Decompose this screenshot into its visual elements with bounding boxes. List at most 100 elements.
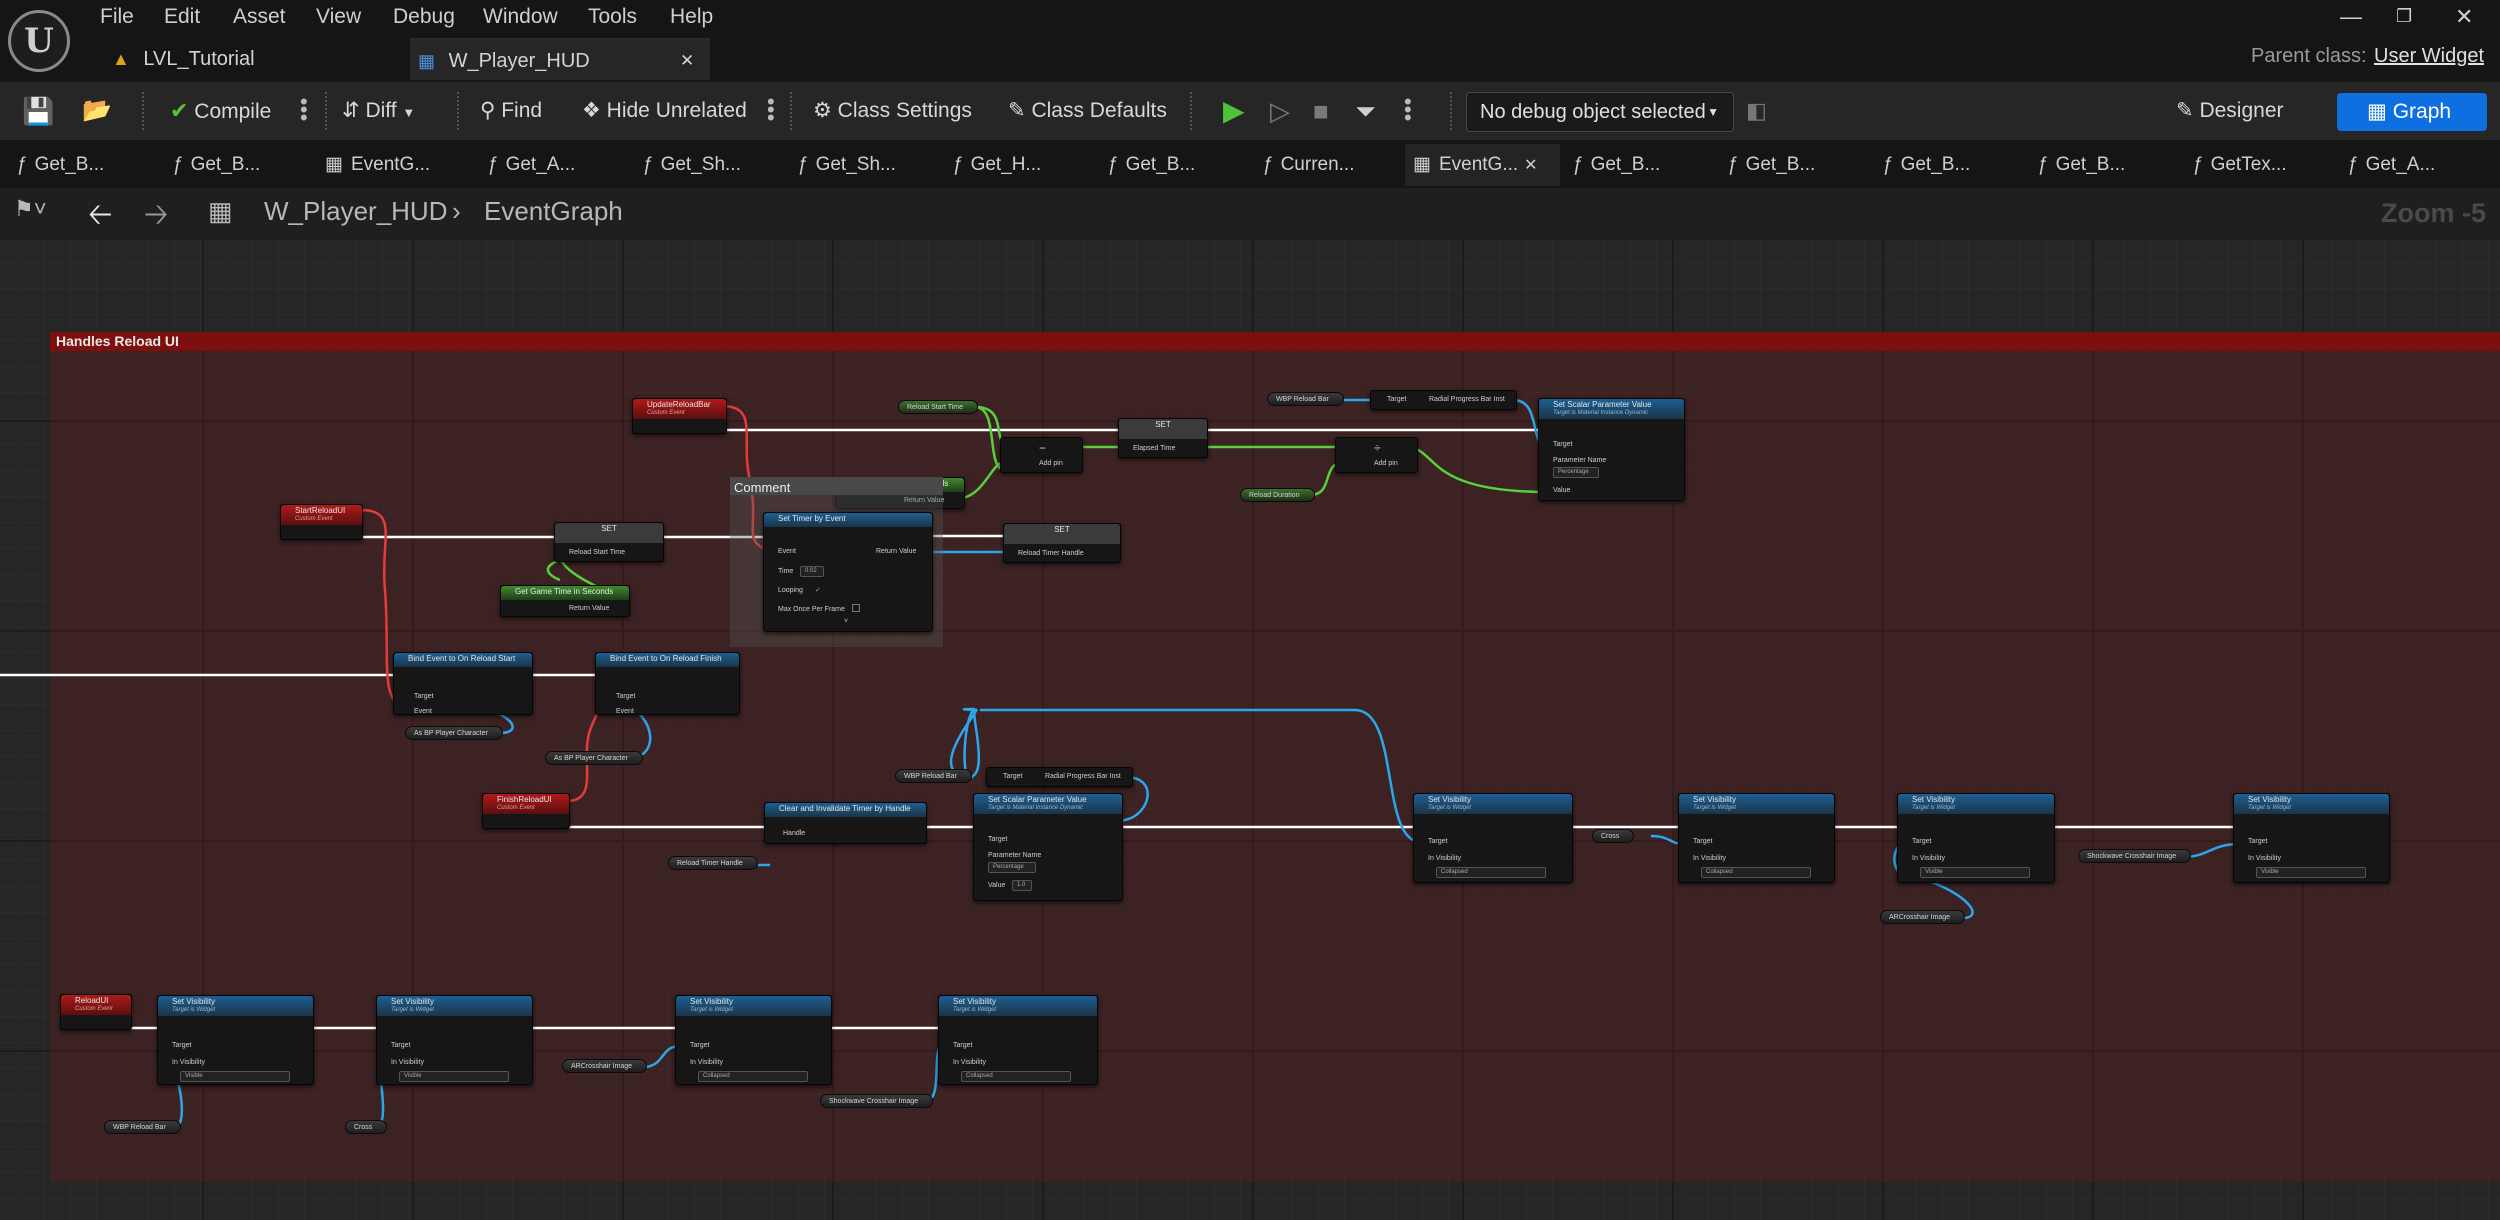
close-tab-icon[interactable]: ✕ <box>680 40 694 82</box>
radial-progress-getter-node[interactable]: Target Radial Progress Bar Inst <box>1370 390 1517 410</box>
compile-options-icon[interactable]: • • • <box>300 91 308 129</box>
parent-class-link[interactable]: User Widget <box>2374 45 2484 68</box>
tab-graph-active[interactable]: ▦ EventG... ✕ <box>1405 144 1560 186</box>
tab-function[interactable]: ƒ Get_H... <box>940 144 1095 186</box>
cast-player-character-node[interactable]: As BP Player Character <box>545 751 643 765</box>
menu-view[interactable]: View <box>316 2 361 32</box>
tab-function[interactable]: ƒ Get_Sh... <box>785 144 940 186</box>
bind-event-reload-finish-node[interactable]: Bind Event to On Reload Finish Target Ev… <box>595 652 740 715</box>
tab-function[interactable]: ƒ Get_B... <box>1715 144 1870 186</box>
wbp-reload-bar-getter[interactable]: WBP Reload Bar <box>104 1120 181 1134</box>
compile-button[interactable]: ✔ Compile <box>170 82 271 140</box>
set-elapsed-time-node[interactable]: SET Elapsed Time <box>1118 418 1208 458</box>
back-arrow-icon[interactable]: 🡠 <box>88 192 112 243</box>
close-window-icon[interactable]: ✕ <box>2455 4 2473 30</box>
wbp-reload-bar-getter[interactable]: WBP Reload Bar <box>1267 392 1344 406</box>
set-reload-start-time-node[interactable]: SET Reload Start Time <box>554 522 664 562</box>
tab-function[interactable]: ƒ GetTex... <box>2180 144 2335 186</box>
tab-function[interactable]: ƒ Get_Sh... <box>630 144 785 186</box>
save-icon[interactable]: 💾 <box>22 82 54 140</box>
hide-unrelated-button[interactable]: ❖ Hide Unrelated <box>582 82 747 140</box>
chevron-down-icon[interactable]: ˅ <box>844 618 848 625</box>
cross-getter[interactable]: Cross <box>345 1120 388 1134</box>
cross-getter[interactable]: Cross <box>1592 829 1635 843</box>
visibility-dropdown[interactable]: Visible <box>399 1071 509 1082</box>
start-reload-ui-event-node[interactable]: StartReloadUI Custom Event <box>280 504 363 540</box>
shockwave-crosshair-getter[interactable]: Shockwave Crosshair Image <box>2078 849 2192 863</box>
tab-function[interactable]: ƒ Get_B... <box>1560 144 1715 186</box>
play-icon[interactable]: ▶ <box>1223 82 1245 140</box>
stop-icon[interactable]: ■ <box>1313 82 1329 140</box>
reload-timer-handle-getter[interactable]: Reload Timer Handle <box>668 856 758 870</box>
divide-node[interactable]: ÷ Add pin <box>1335 437 1418 473</box>
debug-object-select[interactable]: No debug object selected ▼ <box>1466 92 1734 132</box>
tab-function[interactable]: ƒ Get_B... <box>0 144 160 186</box>
set-visibility-node[interactable]: Set Visibility Target is Widget Target In… <box>1897 793 2055 883</box>
set-visibility-node[interactable]: Set Visibility Target is Widget Target In… <box>376 995 533 1085</box>
menu-edit[interactable]: Edit <box>164 2 200 32</box>
step-icon[interactable]: ▷ <box>1270 82 1290 140</box>
reload-ui-event-node[interactable]: ReloadUI Custom Event <box>60 994 132 1030</box>
set-visibility-node[interactable]: Set Visibility Target is Widget Target In… <box>675 995 832 1085</box>
diff-button[interactable]: ⇵ Diff ▼ <box>342 82 415 140</box>
finish-reload-ui-event-node[interactable]: FinishReloadUI Custom Event <box>482 793 570 829</box>
get-game-time-node[interactable]: Get Game Time in Seconds Return Value <box>500 585 630 617</box>
set-timer-by-event-node[interactable]: Set Timer by Event Event Return Value Ti… <box>763 512 933 632</box>
max-once-checkbox[interactable] <box>852 604 860 612</box>
set-visibility-node[interactable]: Set Visibility Target is Widget Target In… <box>157 995 314 1085</box>
play-options-icon[interactable]: • • • <box>1404 91 1412 129</box>
bind-event-reload-start-node[interactable]: Bind Event to On Reload Start Target Eve… <box>393 652 533 715</box>
add-pin-button[interactable]: Add pin <box>1374 460 1398 467</box>
looping-checkbox-icon[interactable]: ✓ <box>815 586 821 594</box>
set-visibility-node[interactable]: Set Visibility Target is Widget Target In… <box>1678 793 1835 883</box>
menu-asset[interactable]: Asset <box>233 2 286 32</box>
tab-function[interactable]: ƒ Get_A... <box>475 144 630 186</box>
tab-function[interactable]: ƒ Curren... <box>1250 144 1405 186</box>
subtract-node[interactable]: − Add pin <box>1000 437 1083 473</box>
set-visibility-node[interactable]: Set Visibility Target is Widget Target In… <box>2233 793 2390 883</box>
visibility-dropdown[interactable]: Collapsed <box>698 1071 808 1082</box>
tab-function[interactable]: ƒ Get_B... <box>1095 144 1250 186</box>
tab-function[interactable]: ƒ Get_B... <box>160 144 315 186</box>
menu-tools[interactable]: Tools <box>588 2 637 32</box>
parameter-name-input[interactable]: Percentage <box>988 862 1036 873</box>
parameter-name-input[interactable]: Percentage <box>1553 467 1599 478</box>
visibility-dropdown[interactable]: Visible <box>1920 867 2030 878</box>
class-defaults-button[interactable]: ✎ Class Defaults <box>1008 82 1167 140</box>
menu-debug[interactable]: Debug <box>393 2 455 32</box>
set-scalar-parameter-node[interactable]: Set Scalar Parameter Value Target is Mate… <box>973 793 1123 901</box>
find-button[interactable]: ⚲ Find <box>480 82 542 140</box>
close-tab-icon[interactable]: ✕ <box>1524 157 1537 174</box>
tab-lvl-tutorial[interactable]: ▲ LVL_Tutorial <box>100 38 400 80</box>
visibility-dropdown[interactable]: Collapsed <box>1436 867 1546 878</box>
find-options-icon[interactable]: • • • <box>767 91 775 129</box>
minimize-icon[interactable]: — <box>2340 4 2362 30</box>
designer-button[interactable]: ✎ Designer <box>2176 82 2284 140</box>
visibility-dropdown[interactable]: Collapsed <box>1701 867 1811 878</box>
wbp-reload-bar-getter[interactable]: WBP Reload Bar <box>895 769 972 783</box>
tab-w-player-hud[interactable]: ▦ W_Player_HUD ✕ <box>410 38 710 80</box>
time-input[interactable]: 0.02 <box>800 566 824 577</box>
update-reload-bar-event-node[interactable]: UpdateReloadBar Custom Event <box>632 398 727 434</box>
shockwave-crosshair-getter[interactable]: Shockwave Crosshair Image <box>820 1094 934 1108</box>
menu-window[interactable]: Window <box>483 2 558 32</box>
forward-arrow-icon[interactable]: 🡢 <box>144 192 168 243</box>
breadcrumb-graph[interactable]: EventGraph <box>484 196 623 227</box>
browse-icon[interactable]: 📂 <box>82 82 112 140</box>
class-settings-button[interactable]: ⚙ Class Settings <box>813 82 972 140</box>
set-reload-timer-handle-node[interactable]: SET Reload Timer Handle <box>1003 523 1121 563</box>
visibility-dropdown[interactable]: Collapsed <box>961 1071 1071 1082</box>
clear-timer-node[interactable]: Clear and Invalidate Timer by Handle Han… <box>764 802 927 844</box>
visibility-dropdown[interactable]: Visible <box>2256 867 2366 878</box>
set-scalar-parameter-node[interactable]: Set Scalar Parameter Value Target is Mate… <box>1538 398 1685 501</box>
add-pin-button[interactable]: Add pin <box>1039 460 1063 467</box>
debug-filter-icon[interactable]: ◧ <box>1746 82 1767 140</box>
bookmark-icon[interactable]: ⚑˅ <box>14 196 47 222</box>
event-graph-canvas[interactable]: Handles Reload UI UpdateReloadBar Custom… <box>0 240 2500 1220</box>
eject-icon[interactable]: ⏷ <box>1355 82 1376 140</box>
breadcrumb-blueprint[interactable]: W_Player_HUD <box>264 196 448 227</box>
tab-graph[interactable]: ▦ EventG... <box>315 144 475 186</box>
set-visibility-node[interactable]: Set Visibility Target is Widget Target In… <box>938 995 1098 1085</box>
radial-progress-getter-node[interactable]: Target Radial Progress Bar Inst <box>986 767 1133 787</box>
reload-duration-getter[interactable]: Reload Duration <box>1240 488 1315 502</box>
